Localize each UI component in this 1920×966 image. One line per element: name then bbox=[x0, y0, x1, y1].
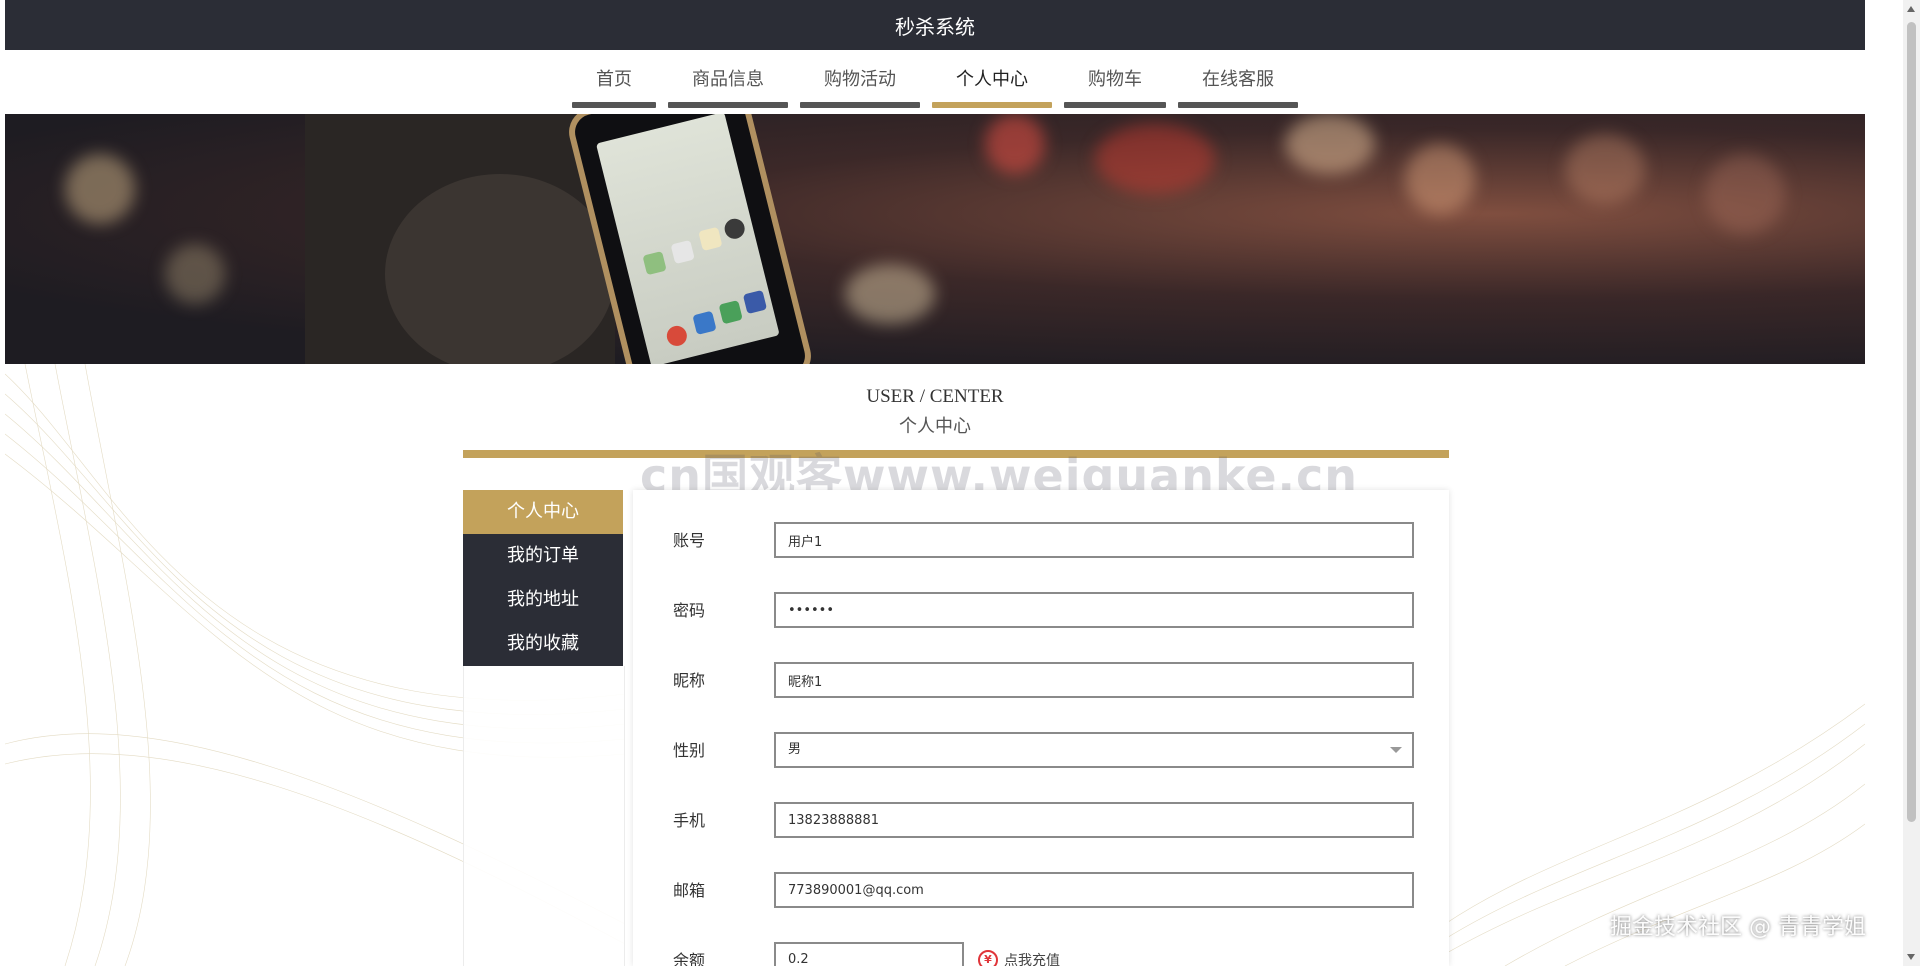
nav-item-activities[interactable]: 购物活动 bbox=[800, 50, 920, 108]
nav-item-user-center[interactable]: 个人中心 bbox=[932, 50, 1052, 108]
gender-select[interactable]: 男 bbox=[774, 732, 1414, 768]
side-item-favorites[interactable]: 我的收藏 bbox=[463, 622, 623, 666]
form-row-account: 账号 bbox=[633, 520, 1449, 562]
scroll-down-icon[interactable] bbox=[1907, 954, 1915, 960]
form-row-balance: 余额 0.2 ¥ 点我充值 bbox=[633, 940, 1449, 966]
yuan-icon: ¥ bbox=[978, 950, 998, 966]
nav-item-label: 商品信息 bbox=[692, 69, 764, 90]
form-row-password: 密码 bbox=[633, 590, 1449, 632]
app-window: 秒杀系统 首页 商品信息 购物活动 个人中心 购物车 在线客服 USER / C… bbox=[5, 0, 1865, 966]
nav-underline bbox=[1178, 102, 1298, 108]
nav-item-label: 购物活动 bbox=[824, 69, 896, 90]
password-label: 密码 bbox=[673, 601, 706, 620]
chevron-down-icon bbox=[1390, 747, 1402, 753]
recharge-label: 点我充值 bbox=[1004, 953, 1060, 966]
password-input[interactable] bbox=[774, 592, 1414, 628]
scroll-up-icon[interactable] bbox=[1907, 6, 1915, 12]
credit-text: 掘金技术社区 @ 青青学姐 bbox=[1610, 915, 1866, 940]
phone-input[interactable] bbox=[774, 802, 1414, 838]
nickname-label: 昵称 bbox=[673, 671, 706, 690]
gender-selected-value: 男 bbox=[788, 742, 802, 757]
account-label: 账号 bbox=[673, 531, 706, 550]
site-title: 秒杀系统 bbox=[895, 14, 975, 39]
side-item-user-center[interactable]: 个人中心 bbox=[463, 490, 623, 534]
nav-underline bbox=[800, 102, 920, 108]
side-item-orders[interactable]: 我的订单 bbox=[463, 534, 623, 578]
main-nav: 首页 商品信息 购物活动 个人中心 购物车 在线客服 bbox=[5, 50, 1865, 114]
nav-underline bbox=[932, 102, 1052, 108]
nav-underline bbox=[668, 102, 788, 108]
section-heading: USER / CENTER 个人中心 bbox=[5, 386, 1865, 438]
side-menu-blank bbox=[463, 666, 625, 966]
nav-underline bbox=[1064, 102, 1166, 108]
vertical-scrollbar[interactable] bbox=[1903, 0, 1920, 966]
nav-underline bbox=[572, 102, 656, 108]
nav-item-label: 个人中心 bbox=[956, 69, 1028, 90]
nav-item-label: 首页 bbox=[596, 69, 632, 90]
account-input[interactable] bbox=[774, 522, 1414, 558]
nav-item-label: 购物车 bbox=[1088, 69, 1142, 90]
section-title-en: USER / CENTER bbox=[866, 386, 1004, 407]
hero-banner bbox=[5, 114, 1865, 364]
top-bar: 秒杀系统 bbox=[5, 0, 1865, 50]
form-row-phone: 手机 bbox=[633, 800, 1449, 842]
form-row-email: 邮箱 bbox=[633, 870, 1449, 912]
balance-label: 余额 bbox=[673, 951, 706, 966]
nickname-input[interactable] bbox=[774, 662, 1414, 698]
content-area: USER / CENTER 个人中心 cn国观客www.weiguanke.cn… bbox=[5, 364, 1865, 966]
nav-item-label: 在线客服 bbox=[1202, 69, 1274, 90]
nav-item-products[interactable]: 商品信息 bbox=[668, 50, 788, 108]
recharge-link[interactable]: ¥ 点我充值 bbox=[978, 950, 1060, 966]
balance-field: 0.2 bbox=[774, 942, 964, 966]
profile-form: 账号 密码 昵称 性别 男 手机 bbox=[633, 490, 1449, 966]
decorative-wave bbox=[1445, 703, 1865, 966]
email-label: 邮箱 bbox=[673, 881, 706, 900]
scrollbar-thumb[interactable] bbox=[1907, 22, 1916, 822]
side-menu: 个人中心 我的订单 我的地址 我的收藏 bbox=[463, 490, 623, 666]
gender-label: 性别 bbox=[673, 741, 706, 760]
nav-item-home[interactable]: 首页 bbox=[572, 50, 656, 108]
phone-label: 手机 bbox=[673, 811, 706, 830]
email-input[interactable] bbox=[774, 872, 1414, 908]
nav-item-support[interactable]: 在线客服 bbox=[1178, 50, 1298, 108]
form-row-gender: 性别 男 bbox=[633, 730, 1449, 772]
nav-item-cart[interactable]: 购物车 bbox=[1064, 50, 1166, 108]
side-item-addresses[interactable]: 我的地址 bbox=[463, 578, 623, 622]
form-row-nickname: 昵称 bbox=[633, 660, 1449, 702]
section-title-zh: 个人中心 bbox=[899, 416, 971, 436]
